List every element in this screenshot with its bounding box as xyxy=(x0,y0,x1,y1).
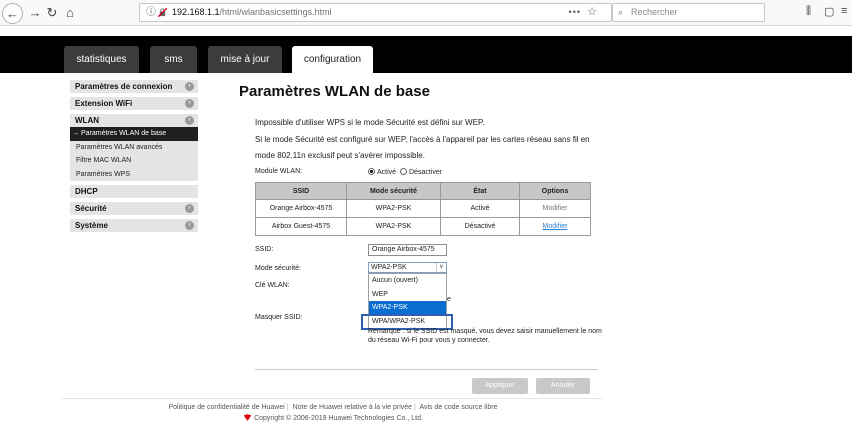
masquer-ssid-label: Masquer SSID: xyxy=(255,314,303,321)
radio-on-icon xyxy=(368,168,375,175)
bookmark-star-icon[interactable]: ☆ xyxy=(587,4,597,21)
page-actions-icon[interactable]: ••• xyxy=(569,4,581,21)
sidebar-icon[interactable]: ▢ xyxy=(824,5,834,18)
radio-off-icon xyxy=(400,168,407,175)
expand-icon: › xyxy=(185,82,194,91)
tab-configuration[interactable]: configuration xyxy=(292,46,373,73)
intro-line-2: Si le mode Sécurité est configuré sur WE… xyxy=(255,134,590,161)
router-header: statistiques sms mise à jour configurati… xyxy=(0,36,852,73)
footer-links: Politique de confidentialité de Huawei | … xyxy=(168,404,498,411)
masquer-ssid-note: Remarque : si le SSID est masqué, vous d… xyxy=(368,328,602,344)
privacy-note-link[interactable]: Note de Huawei relative à la vie privée xyxy=(293,404,412,411)
modify-link: Modifier xyxy=(542,205,568,212)
cell-state: Désactivé xyxy=(440,217,520,236)
footer-divider xyxy=(62,398,602,399)
search-placeholder: Rechercher xyxy=(631,7,678,17)
cell-ssid: Orange Airbox-4575 xyxy=(255,199,347,218)
ssid-field[interactable]: Orange Airbox-4575 xyxy=(368,244,447,256)
obscured-text: e xyxy=(447,296,451,303)
apply-button[interactable]: Appliquer xyxy=(472,378,528,394)
module-off-radio[interactable]: Désactiver xyxy=(400,168,442,176)
mode-securite-select[interactable]: WPA2-PSK ∨ xyxy=(368,262,447,273)
ssid-table: SSID Mode sécurité État Options Orange A… xyxy=(255,182,591,236)
sidebar-item-securite[interactable]: Sécurité › xyxy=(70,202,198,215)
module-on-radio[interactable]: Activé xyxy=(368,168,396,176)
copyright: Copyright © 2006-2019 Huawei Technologie… xyxy=(0,414,666,422)
menu-icon[interactable]: ≡ xyxy=(841,5,847,17)
module-wlan-label: Module WLAN: xyxy=(255,168,303,175)
address-bar[interactable]: ⓘ 192.168.1.1/html/wlanbasicsettings.htm… xyxy=(139,3,612,22)
modify-link[interactable]: Modifier xyxy=(543,223,568,230)
mode-securite-label: Mode sécurité: xyxy=(255,265,301,272)
option-wep[interactable]: WEP xyxy=(369,288,446,302)
cell-option: Modifier xyxy=(519,217,591,236)
sidebar-menu: Paramètres de connexion › Extension WiFi ›… xyxy=(70,80,198,236)
expand-icon: › xyxy=(185,99,194,108)
column-header: Mode sécurité xyxy=(346,182,441,200)
back-button[interactable]: ← xyxy=(2,3,23,24)
sidebar-item-extension-wifi[interactable]: Extension WiFi › xyxy=(70,97,198,110)
column-header: SSID xyxy=(255,182,347,200)
sidebar-subitem-wlan-base[interactable]: → Paramètres WLAN de base xyxy=(70,127,198,141)
option-wpa2-psk[interactable]: WPA2-PSK xyxy=(369,301,446,315)
expand-icon: › xyxy=(185,221,194,230)
table-row[interactable]: Orange Airbox-4575 WPA2-PSK Activé Modif… xyxy=(255,199,591,218)
sidebar-item-dhcp[interactable]: DHCP xyxy=(70,185,198,198)
chevron-down-icon: ∨ xyxy=(436,263,446,272)
copyright-text: Copyright © 2006-2019 Huawei Technologie… xyxy=(254,415,423,422)
intro-text: Impossible d'utiliser WPS si le mode Séc… xyxy=(255,115,600,165)
privacy-policy-link[interactable]: Politique de confidentialité de Huawei xyxy=(168,404,284,411)
cell-option: Modifier xyxy=(519,199,591,218)
table-header-row: SSID Mode sécurité État Options xyxy=(255,182,591,200)
open-source-link[interactable]: Avis de code source libre xyxy=(419,404,497,411)
cle-wlan-label: Clé WLAN: xyxy=(255,282,290,289)
search-input[interactable]: ⌕ Rechercher xyxy=(612,3,765,22)
browser-toolbar: ← → ↻ ⌂ ⓘ 192.168.1.1/html/wlanbasicsett… xyxy=(0,0,852,26)
cell-ssid: Airbox Guest-4575 xyxy=(255,217,347,236)
tab-statistiques[interactable]: statistiques xyxy=(64,46,139,73)
tab-mise-a-jour[interactable]: mise à jour xyxy=(208,46,282,73)
info-icon[interactable]: ⓘ xyxy=(146,4,156,21)
cancel-button[interactable]: Annuler xyxy=(536,378,590,394)
sidebar-subitem-filtre-mac[interactable]: Filtre MAC WLAN xyxy=(70,154,198,168)
divider xyxy=(255,369,598,370)
cell-mode: WPA2-PSK xyxy=(346,217,441,236)
url-text: 192.168.1.1/html/wlanbasicsettings.html xyxy=(172,7,332,17)
table-row[interactable]: Airbox Guest-4575 WPA2-PSK Désactivé Mod… xyxy=(255,217,591,236)
huawei-logo-icon xyxy=(244,414,252,421)
wlan-submenu: → Paramètres WLAN de base Paramètres WLA… xyxy=(70,127,198,181)
home-icon[interactable]: ⌂ xyxy=(60,3,80,23)
sidebar-item-wlan[interactable]: WLAN ‹ xyxy=(70,114,198,127)
sidebar-subitem-wlan-avances[interactable]: Paramètres WLAN avancés xyxy=(70,141,198,155)
tab-sms[interactable]: sms xyxy=(150,46,197,73)
page-gap xyxy=(0,26,852,36)
library-icon[interactable]: ⫼ xyxy=(806,5,811,18)
sidebar-item-systeme[interactable]: Système › xyxy=(70,219,198,232)
intro-line-1: Impossible d'utiliser WPS si le mode Séc… xyxy=(255,118,485,127)
column-header: Options xyxy=(519,182,591,200)
collapse-icon: ‹ xyxy=(185,116,194,125)
expand-icon: › xyxy=(185,204,194,213)
insecure-lock-icon xyxy=(158,8,167,17)
cell-state: Activé xyxy=(440,199,520,218)
reload-button[interactable]: ↻ xyxy=(42,3,62,23)
cell-mode: WPA2-PSK xyxy=(346,199,441,218)
ssid-label: SSID: xyxy=(255,246,274,253)
sidebar-subitem-wps[interactable]: Paramètres WPS xyxy=(70,168,198,182)
option-aucun[interactable]: Aucun (ouvert) xyxy=(369,274,446,288)
column-header: État xyxy=(440,182,520,200)
sidebar-item-parametres-connexion[interactable]: Paramètres de connexion › xyxy=(70,80,198,93)
select-value: WPA2-PSK xyxy=(371,264,407,271)
search-icon: ⌕ xyxy=(618,7,624,17)
page-title: Paramètres WLAN de base xyxy=(239,83,430,100)
